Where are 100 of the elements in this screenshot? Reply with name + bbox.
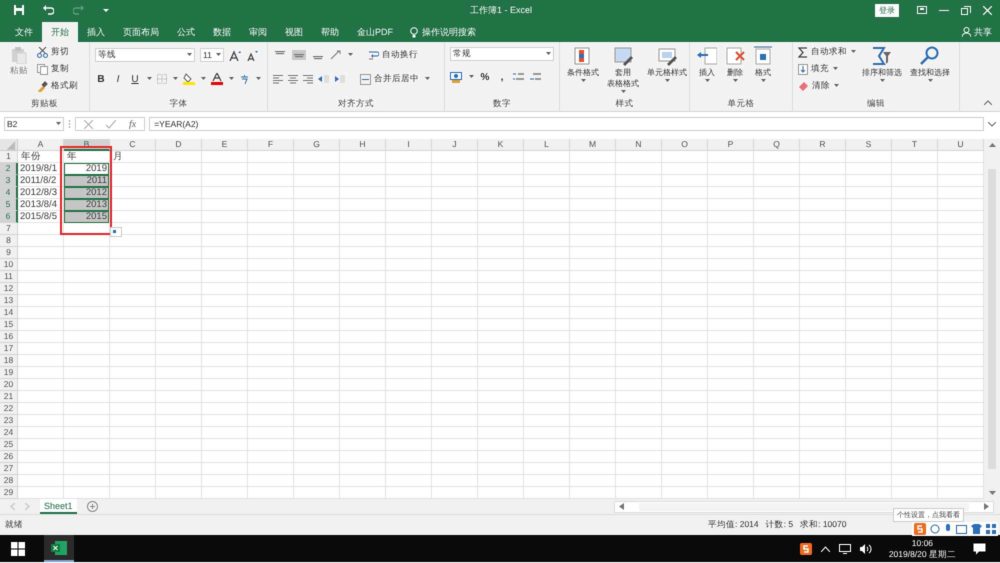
ribbon-button[interactable]: 插入 <box>695 45 719 84</box>
column-header[interactable]: Q <box>754 139 800 151</box>
ribbon-tab[interactable]: 文件 <box>6 22 42 42</box>
ribbon-tab[interactable]: 审阅 <box>240 22 276 42</box>
row-header[interactable]: 22 <box>0 403 18 415</box>
row-header[interactable]: 15 <box>0 319 18 331</box>
ribbon-button[interactable]: 格式刷 <box>37 79 78 93</box>
row-header[interactable]: 2 <box>0 163 18 175</box>
undo-icon[interactable] <box>43 5 54 15</box>
quick-analysis-icon[interactable] <box>110 227 122 237</box>
accounting-icon[interactable] <box>450 72 463 82</box>
dropdown-caret-icon[interactable] <box>56 122 61 126</box>
column-header[interactable]: N <box>616 139 662 151</box>
column-header[interactable]: R <box>800 139 846 151</box>
grid-menu-icon[interactable] <box>986 524 996 534</box>
network-icon[interactable] <box>838 544 851 554</box>
ribbon-button[interactable]: 格式 <box>751 45 775 84</box>
table-cell[interactable]: 年 <box>64 151 79 163</box>
format-toggle-button[interactable]: B <box>95 74 107 84</box>
table-cell[interactable]: 2013 <box>64 199 109 211</box>
taskbar-app[interactable] <box>44 535 74 562</box>
input-method-icon[interactable] <box>914 523 926 535</box>
table-cell[interactable]: 2012 <box>64 187 109 199</box>
microphone-icon[interactable] <box>944 524 952 534</box>
dropdown-caret-icon[interactable] <box>928 79 933 84</box>
row-header[interactable]: 4 <box>0 187 18 199</box>
dropdown-caret-icon[interactable] <box>229 77 234 81</box>
ribbon-button[interactable]: 复制 <box>37 62 78 76</box>
grow-font-icon[interactable] <box>229 50 241 60</box>
column-header[interactable]: F <box>248 139 294 151</box>
row-header[interactable]: 14 <box>0 307 18 319</box>
ribbon-button[interactable]: 套用 表格格式 <box>605 45 641 96</box>
customize-caret-icon[interactable] <box>103 7 109 13</box>
column-header[interactable]: C <box>110 139 156 151</box>
merge-center-button[interactable]: 合并后居中 <box>360 72 419 86</box>
column-header[interactable]: L <box>524 139 570 151</box>
dropdown-caret-icon[interactable] <box>546 52 551 56</box>
dropdown-caret-icon[interactable] <box>348 53 353 57</box>
column-header[interactable]: S <box>846 139 892 151</box>
dropdown-caret-icon[interactable] <box>173 77 178 81</box>
align-right-icon[interactable] <box>303 74 313 84</box>
font-name-field[interactable]: 等线 <box>95 48 195 62</box>
ribbon-tab[interactable]: 页面布局 <box>114 22 168 42</box>
sign-in-button[interactable]: 登录 <box>875 4 899 16</box>
ribbon-button[interactable]: 剪切 <box>37 45 78 59</box>
format-toggle-button[interactable]: U <box>129 74 141 84</box>
table-cell[interactable]: 2012/8/3 <box>18 187 59 199</box>
column-header[interactable]: U <box>938 139 984 151</box>
format-toggle-button[interactable]: I <box>112 74 124 84</box>
shirt-icon[interactable] <box>971 524 982 534</box>
table-cell[interactable]: 2015/8/5 <box>18 211 59 223</box>
font-color-icon[interactable] <box>211 73 223 85</box>
ribbon-button[interactable]: 查找和选择 <box>908 45 952 84</box>
dropdown-caret-icon[interactable] <box>851 50 856 54</box>
column-header[interactable]: P <box>708 139 754 151</box>
ribbon-tab[interactable]: 金山PDF <box>348 22 402 42</box>
row-header[interactable]: 17 <box>0 343 18 355</box>
column-header[interactable]: A <box>18 139 64 151</box>
phonetic-icon[interactable] <box>239 74 250 84</box>
expand-formula-icon[interactable] <box>988 122 996 126</box>
row-header[interactable]: 13 <box>0 295 18 307</box>
ribbon-button[interactable]: 填充 <box>798 62 856 76</box>
dropdown-caret-icon[interactable] <box>665 79 670 84</box>
tray-expand-icon[interactable] <box>820 546 830 552</box>
table-cell[interactable]: 2013/8/4 <box>18 199 59 211</box>
column-header[interactable]: M <box>570 139 616 151</box>
dropdown-caret-icon[interactable] <box>761 79 766 84</box>
dropdown-caret-icon[interactable] <box>256 77 261 81</box>
row-header[interactable]: 24 <box>0 427 18 439</box>
dropdown-caret-icon[interactable] <box>201 77 206 81</box>
table-cell[interactable]: 年份 <box>18 151 43 163</box>
row-header[interactable]: 23 <box>0 415 18 427</box>
dropdown-caret-icon[interactable] <box>733 79 738 84</box>
ribbon-button[interactable]: 排序和筛选 <box>860 45 904 84</box>
ribbon-tab[interactable]: 插入 <box>78 22 114 42</box>
fill-color-icon[interactable] <box>183 73 195 85</box>
shrink-font-icon[interactable] <box>246 50 258 60</box>
row-header[interactable]: 3 <box>0 175 18 187</box>
ribbon-tab[interactable]: 帮助 <box>312 22 348 42</box>
ribbon-button[interactable]: 删除 <box>723 45 747 84</box>
ime-toolbar[interactable] <box>912 522 998 536</box>
row-header[interactable]: 1 <box>0 151 18 163</box>
insert-function-button[interactable]: fx <box>129 118 136 130</box>
column-header[interactable]: G <box>294 139 340 151</box>
ribbon-tab[interactable]: 数据 <box>204 22 240 42</box>
column-header[interactable]: K <box>478 139 524 151</box>
font-size-field[interactable]: 11 <box>200 48 224 62</box>
punctuation-icon[interactable] <box>930 524 940 534</box>
share-button[interactable]: 共享 <box>962 22 1000 42</box>
dropdown-caret-icon[interactable] <box>216 53 221 57</box>
align-center-icon[interactable] <box>288 74 298 84</box>
sheet-tab[interactable]: Sheet1 <box>40 499 77 514</box>
row-header[interactable]: 16 <box>0 331 18 343</box>
decrease-decimal-icon[interactable] <box>530 72 542 82</box>
row-header[interactable]: 7 <box>0 223 18 235</box>
scroll-thumb[interactable] <box>639 502 969 510</box>
number-format-field[interactable]: 常规 <box>450 47 554 61</box>
row-header[interactable]: 29 <box>0 487 18 499</box>
row-header[interactable]: 6 <box>0 211 18 223</box>
table-cell[interactable]: 2019 <box>64 163 109 175</box>
